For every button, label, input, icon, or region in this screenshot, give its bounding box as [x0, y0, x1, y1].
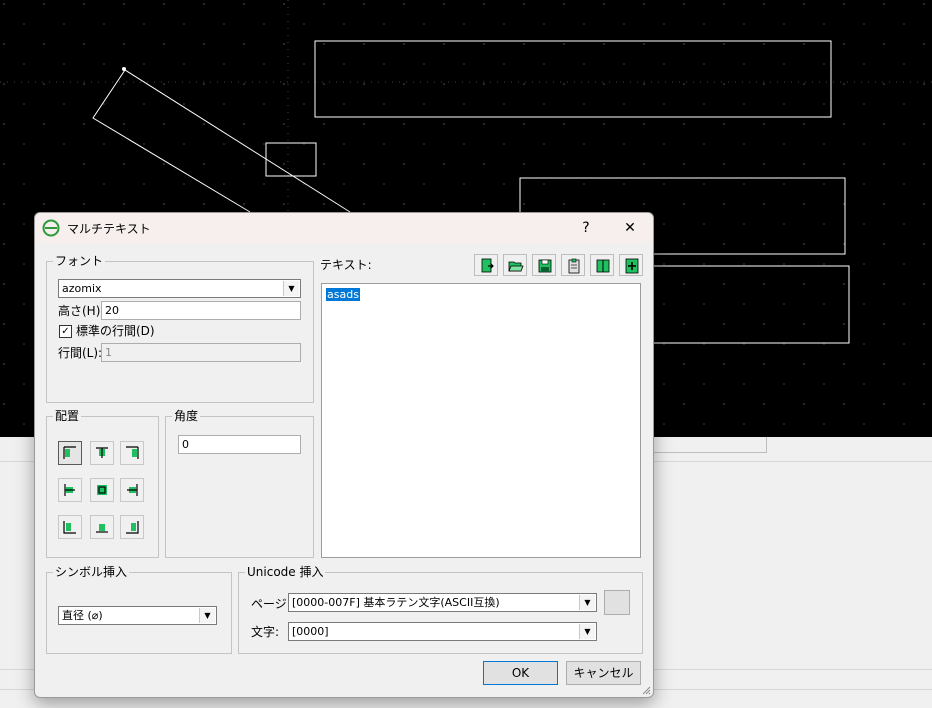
- app-icon: [42, 219, 60, 237]
- new-page-button[interactable]: [474, 254, 498, 276]
- align-top-center-button[interactable]: [90, 441, 114, 465]
- height-label: 高さ(H):: [58, 304, 105, 318]
- align-bottom-left-icon: [63, 521, 76, 534]
- align-middle-right-button[interactable]: [120, 478, 144, 502]
- clipboard-button[interactable]: [561, 254, 585, 276]
- align-bottom-right-icon: [126, 521, 139, 534]
- align-top-center-icon: [96, 447, 108, 458]
- font-group-title: フォント: [53, 254, 106, 268]
- char-preview-button[interactable]: [604, 590, 630, 615]
- title-bar[interactable]: マルチテキスト ? ✕: [35, 213, 653, 243]
- chevron-down-icon[interactable]: ▼: [579, 595, 595, 610]
- standard-spacing-checkbox[interactable]: ✓: [59, 325, 72, 338]
- text-editor[interactable]: asads: [321, 283, 641, 558]
- align-top-left-icon: [63, 446, 76, 459]
- multitext-dialog: マルチテキスト ? ✕ フォント azomix ▼ 高さ(H): 20 ✓ 標準…: [34, 212, 654, 698]
- standard-spacing-label: 標準の行間(D): [76, 324, 155, 338]
- chevron-down-icon[interactable]: ▼: [283, 281, 299, 296]
- align-top-right-icon: [126, 446, 139, 459]
- chevron-down-icon[interactable]: ▼: [579, 624, 595, 639]
- open-folder-icon: [508, 261, 524, 272]
- angle-group-title: 角度: [172, 409, 201, 423]
- align-top-right-button[interactable]: [120, 441, 144, 465]
- font-select-value: azomix: [62, 282, 102, 295]
- selected-text[interactable]: asads: [326, 288, 360, 301]
- align-middle-center-button[interactable]: [90, 478, 114, 502]
- add-page-icon: [625, 258, 639, 274]
- unicode-char-label: 文字:: [251, 625, 280, 639]
- align-bottom-right-button[interactable]: [120, 515, 144, 539]
- cancel-button[interactable]: キャンセル: [566, 661, 641, 685]
- align-middle-left-icon: [64, 484, 75, 496]
- text-label: テキスト:: [320, 258, 372, 272]
- align-middle-center-icon: [97, 485, 107, 495]
- align-bottom-left-button[interactable]: [58, 515, 82, 539]
- symbol-group-title: シンボル挿入: [53, 565, 130, 579]
- align-bottom-center-button[interactable]: [90, 515, 114, 539]
- open-folder-button[interactable]: [503, 254, 527, 276]
- book-icon: [596, 259, 610, 273]
- alignment-group-title: 配置: [53, 409, 82, 423]
- align-middle-right-icon: [127, 484, 138, 496]
- symbol-select-value: 直径 (⌀): [62, 609, 103, 622]
- unicode-group: Unicode 挿入: [238, 565, 643, 654]
- new-page-icon: [481, 258, 494, 273]
- line-spacing-field[interactable]: 1: [101, 343, 301, 362]
- unicode-page-select[interactable]: [0000-007F] 基本ラテン文字(ASCII互換) ▼: [288, 593, 597, 612]
- dialog-title: マルチテキスト: [67, 222, 151, 236]
- save-icon: [538, 259, 552, 273]
- symbol-select[interactable]: 直径 (⌀) ▼: [58, 606, 217, 625]
- chevron-down-icon[interactable]: ▼: [199, 608, 215, 623]
- line-spacing-label: 行間(L):: [58, 346, 103, 360]
- align-bottom-center-icon: [96, 524, 108, 533]
- align-top-left-button[interactable]: [58, 441, 82, 465]
- close-button[interactable]: ✕: [615, 217, 645, 239]
- unicode-group-title: Unicode 挿入: [245, 565, 326, 579]
- height-field[interactable]: 20: [101, 301, 301, 320]
- book-button[interactable]: [590, 254, 614, 276]
- help-button[interactable]: ?: [571, 217, 601, 239]
- unicode-page-value: [0000-007F] 基本ラテン文字(ASCII互換): [292, 596, 500, 609]
- scrollbar-fragment[interactable]: [650, 437, 767, 453]
- unicode-page-label: ページ:: [251, 597, 291, 611]
- angle-field[interactable]: 0: [178, 435, 301, 454]
- save-button[interactable]: [532, 254, 556, 276]
- unicode-char-value: [0000]: [292, 625, 329, 638]
- unicode-char-select[interactable]: [0000] ▼: [288, 622, 597, 641]
- ok-button[interactable]: OK: [483, 661, 558, 685]
- add-page-button[interactable]: [619, 254, 643, 276]
- font-select[interactable]: azomix ▼: [58, 279, 301, 298]
- clipboard-icon: [568, 258, 580, 274]
- resize-grip-icon[interactable]: [641, 685, 651, 695]
- align-middle-left-button[interactable]: [58, 478, 82, 502]
